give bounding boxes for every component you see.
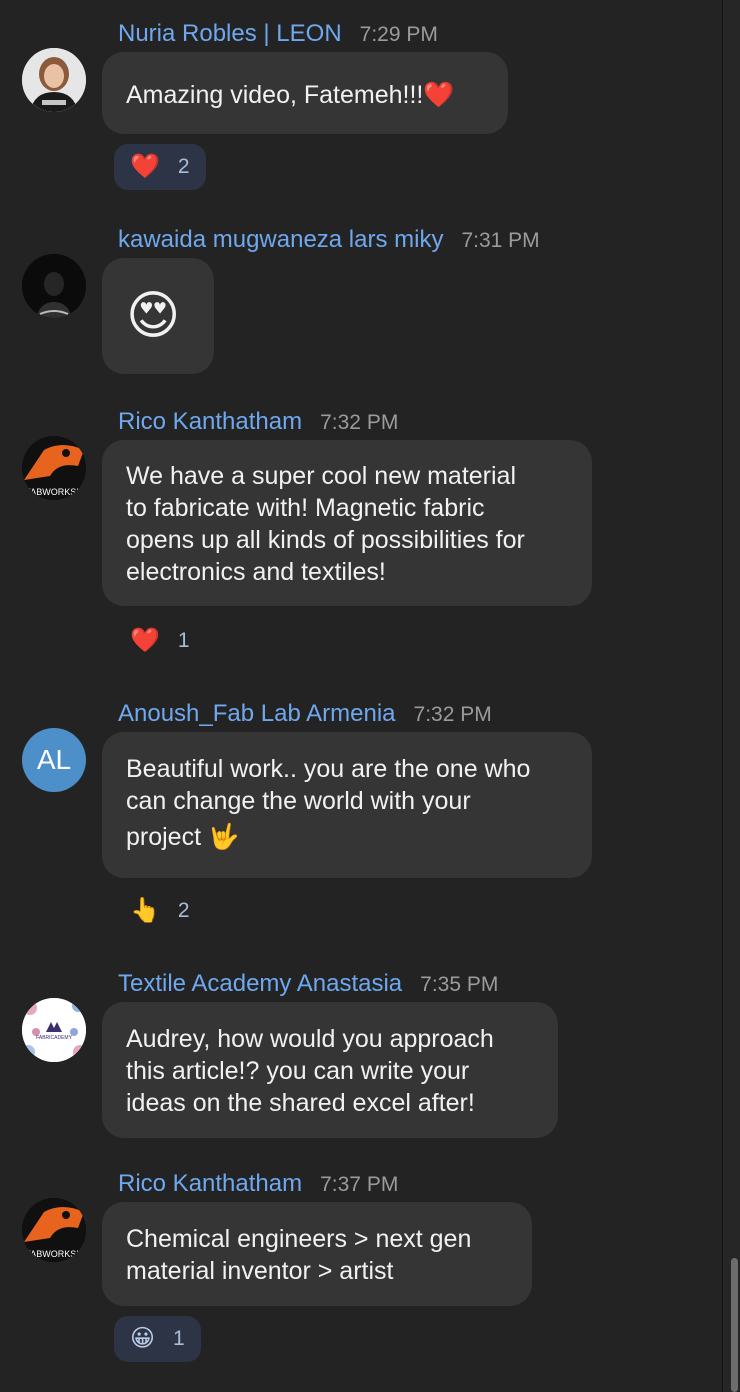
logo-text: FABRICADEMY (36, 1035, 73, 1041)
message-bubble[interactable]: 😍 (102, 258, 214, 374)
pointing-up-emoji-icon: 👆 (130, 897, 160, 924)
message-header: Rico Kanthatham 7:32 PM (118, 408, 398, 436)
timestamp: 7:29 PM (359, 23, 438, 46)
message-bubble[interactable]: Amazing video, Fatemeh!!!❤️ (102, 52, 508, 134)
message-text: to fabricate with! Magnetic fabric (126, 494, 485, 522)
avatar[interactable]: FABRICADEMY (22, 998, 86, 1062)
reaction-pill[interactable]: 👆 2 (114, 888, 206, 934)
message-header: Rico Kanthatham 7:37 PM (118, 1170, 398, 1198)
sender-name[interactable]: Textile Academy Anastasia (118, 970, 402, 997)
reaction-pill[interactable]: ❤️ 1 (114, 618, 206, 664)
message-text: this article!? you can write your (126, 1057, 470, 1085)
fabricademy-logo-icon: FABRICADEMY (22, 998, 86, 1062)
person-photo-icon (22, 254, 86, 318)
message-text: Amazing video, Fatemeh!!!❤️ (126, 81, 455, 109)
avatar[interactable]: AL (22, 728, 86, 792)
chat-message-list[interactable]: Nuria Robles | LEON 7:29 PM Amazing video… (0, 0, 722, 1392)
sender-name[interactable]: Anoush_Fab Lab Armenia (118, 700, 396, 727)
scrollbar[interactable] (722, 0, 740, 1392)
message-header: Textile Academy Anastasia 7:35 PM (118, 970, 498, 998)
message-bubble[interactable]: Chemical engineers > next gen material i… (102, 1202, 532, 1306)
message-header: Nuria Robles | LEON 7:29 PM (118, 20, 438, 48)
message-text: Chemical engineers > next gen (126, 1225, 472, 1253)
fab-workshop-logo-icon: FABWORKSH (22, 436, 86, 500)
avatar[interactable]: FABWORKSH (22, 436, 86, 500)
person-photo-icon (22, 48, 86, 112)
reaction-count: 1 (177, 629, 190, 652)
fab-workshop-logo-icon: FABWORKSH (22, 1198, 86, 1262)
heart-emoji-icon: ❤️ (130, 153, 160, 180)
timestamp: 7:35 PM (420, 973, 499, 996)
message-text: electronics and textiles! (126, 558, 386, 586)
message-text: material inventor > artist (126, 1257, 394, 1285)
message-text: can change the world with your (126, 787, 471, 815)
sender-name[interactable]: Rico Kanthatham (118, 408, 302, 435)
scrollbar-thumb[interactable] (731, 1258, 738, 1392)
timestamp: 7:32 PM (413, 703, 492, 726)
message-header: kawaida mugwaneza lars miky 7:31 PM (118, 226, 540, 254)
message-text: project 🤟 (126, 823, 240, 851)
avatar[interactable] (22, 254, 86, 318)
avatar[interactable] (22, 48, 86, 112)
message-bubble[interactable]: Audrey, how would you approach this arti… (102, 1002, 558, 1138)
sender-name[interactable]: Nuria Robles | LEON (118, 20, 342, 47)
message-text: opens up all kinds of possibilities for (126, 526, 525, 554)
message-header: Anoush_Fab Lab Armenia 7:32 PM (118, 700, 492, 728)
message-text: 😍 (126, 287, 181, 345)
reaction-count: 2 (177, 155, 190, 178)
reaction-pill[interactable]: ❤️ 2 (114, 144, 206, 190)
logo-text: FABWORKSH (25, 487, 83, 497)
message-bubble[interactable]: Beautiful work.. you are the one who can… (102, 732, 592, 878)
reaction-count: 1 (173, 1327, 185, 1350)
message-text: Beautiful work.. you are the one who (126, 755, 531, 783)
timestamp: 7:31 PM (461, 229, 540, 252)
timestamp: 7:37 PM (320, 1173, 399, 1196)
sender-name[interactable]: kawaida mugwaneza lars miky (118, 226, 443, 253)
avatar-initials: AL (36, 744, 72, 775)
message-text: We have a super cool new material (126, 462, 517, 490)
heart-emoji-icon: ❤️ (130, 627, 160, 654)
message-bubble[interactable]: We have a super cool new material to fab… (102, 440, 592, 606)
logo-text: FABWORKSH (25, 1249, 83, 1259)
message-text: Audrey, how would you approach (126, 1025, 494, 1053)
avatar[interactable]: FABWORKSH (22, 1198, 86, 1262)
grinning-emoji-icon: 😀 (130, 1325, 156, 1352)
reaction-pill[interactable]: 😀 1 (114, 1316, 201, 1362)
sender-name[interactable]: Rico Kanthatham (118, 1170, 302, 1197)
reaction-count: 2 (177, 899, 190, 922)
message-text: ideas on the shared excel after! (126, 1089, 475, 1117)
timestamp: 7:32 PM (320, 411, 399, 434)
